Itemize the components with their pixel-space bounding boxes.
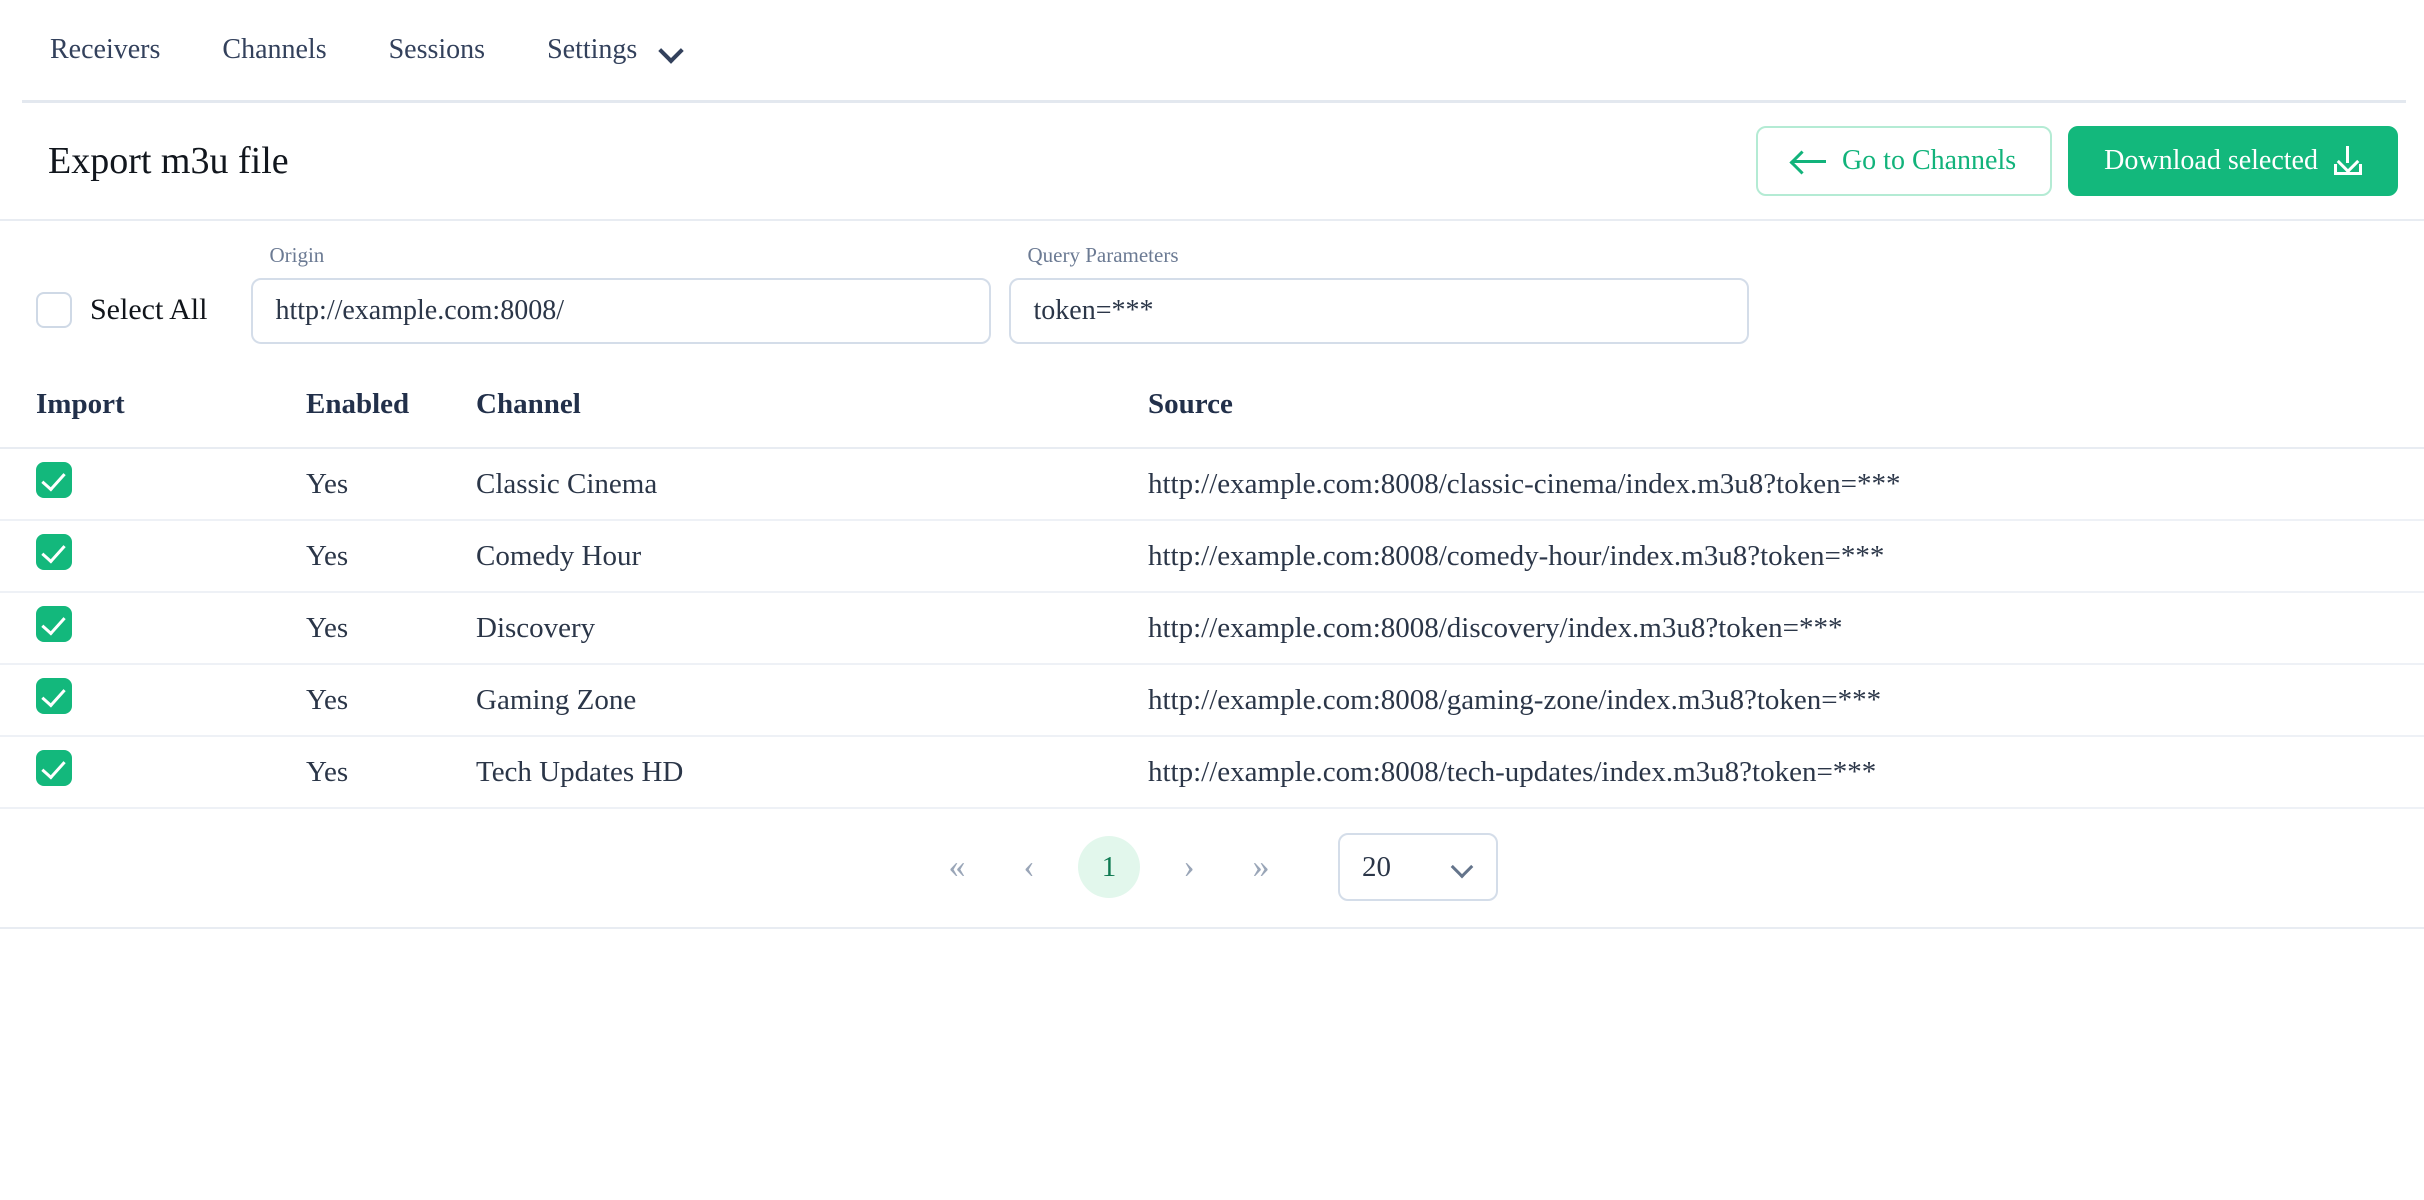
page-header: Export m3u file Go to Channels Download … bbox=[0, 103, 2424, 219]
select-all-label: Select All bbox=[90, 293, 208, 326]
pagination-prev-button[interactable]: ‹ bbox=[998, 836, 1060, 898]
query-parameters-field-group: Query Parameters bbox=[1009, 243, 1750, 344]
go-to-channels-button[interactable]: Go to Channels bbox=[1755, 126, 2053, 196]
table-row: Yes Classic Cinema http://example.com:8008… bbox=[0, 448, 2424, 521]
arrow-left-icon bbox=[1791, 149, 1826, 173]
download-selected-button[interactable]: Download selected bbox=[2068, 126, 2398, 196]
table-head: Import Enabled Channel Source bbox=[0, 370, 2424, 449]
pagination-bottom-divider bbox=[0, 927, 2424, 929]
cell-enabled: Yes bbox=[306, 736, 476, 809]
chevron-down-icon[interactable] bbox=[659, 37, 685, 63]
cell-enabled: Yes bbox=[306, 448, 476, 521]
cell-import bbox=[0, 664, 306, 737]
cell-source: http://example.com:8008/discovery/index.… bbox=[1148, 592, 2424, 665]
nav-item-settings[interactable]: Settings bbox=[547, 34, 637, 66]
nav-item-sessions[interactable]: Sessions bbox=[389, 34, 485, 66]
cell-source: http://example.com:8008/comedy-hour/inde… bbox=[1148, 520, 2424, 593]
export-channels-table: Import Enabled Channel Source Yes Classic… bbox=[0, 370, 2424, 809]
page-size-select[interactable]: 20 bbox=[1338, 833, 1498, 901]
cell-source: http://example.com:8008/classic-cinema/i… bbox=[1148, 448, 2424, 521]
column-header-enabled: Enabled bbox=[306, 370, 476, 449]
download-icon bbox=[2334, 146, 2362, 176]
pagination-next-button[interactable]: › bbox=[1158, 836, 1220, 898]
table-body: Yes Classic Cinema http://example.com:8008… bbox=[0, 448, 2424, 809]
cell-import bbox=[0, 736, 306, 809]
nav-item-receivers[interactable]: Receivers bbox=[50, 34, 160, 66]
import-checkbox[interactable] bbox=[36, 678, 72, 714]
pagination-page-1[interactable]: 1 bbox=[1078, 836, 1140, 898]
chevron-down-icon bbox=[1452, 856, 1474, 878]
cell-import bbox=[0, 448, 306, 521]
select-all-checkbox[interactable] bbox=[36, 292, 72, 328]
table-row: Yes Discovery http://example.com:8008/disc… bbox=[0, 592, 2424, 665]
cell-import bbox=[0, 520, 306, 593]
select-all-control[interactable]: Select All bbox=[36, 292, 207, 344]
cell-import bbox=[0, 592, 306, 665]
page-title: Export m3u file bbox=[48, 140, 289, 182]
query-parameters-label: Query Parameters bbox=[1027, 243, 1179, 267]
cell-channel: Discovery bbox=[476, 592, 1148, 665]
column-header-channel: Channel bbox=[476, 370, 1148, 449]
top-navigation-bar: Receivers Channels Sessions Settings bbox=[0, 0, 2424, 100]
cell-enabled: Yes bbox=[306, 592, 476, 665]
origin-field-group: Origin bbox=[251, 243, 992, 344]
cell-enabled: Yes bbox=[306, 664, 476, 737]
import-checkbox[interactable] bbox=[36, 606, 72, 642]
table-row: Yes Comedy Hour http://example.com:8008/co… bbox=[0, 520, 2424, 593]
origin-input[interactable] bbox=[251, 278, 992, 344]
cell-source: http://example.com:8008/gaming-zone/inde… bbox=[1148, 664, 2424, 737]
cell-channel: Comedy Hour bbox=[476, 520, 1148, 593]
cell-channel: Gaming Zone bbox=[476, 664, 1148, 737]
pagination: « ‹ 1 › » 20 bbox=[0, 809, 2424, 927]
cell-source: http://example.com:8008/tech-updates/ind… bbox=[1148, 736, 2424, 809]
cell-channel: Classic Cinema bbox=[476, 448, 1148, 521]
page-size-value: 20 bbox=[1362, 850, 1391, 883]
column-header-source: Source bbox=[1148, 370, 2424, 449]
filter-row: Select All Origin Query Parameters bbox=[0, 221, 2424, 370]
header-actions: Go to Channels Download selected bbox=[1755, 126, 2398, 196]
table-header-row: Import Enabled Channel Source bbox=[0, 370, 2424, 449]
nav-item-channels[interactable]: Channels bbox=[222, 34, 326, 66]
cell-enabled: Yes bbox=[306, 520, 476, 593]
import-checkbox[interactable] bbox=[36, 750, 72, 786]
table-row: Yes Tech Updates HD http://example.com:800… bbox=[0, 736, 2424, 809]
table-row: Yes Gaming Zone http://example.com:8008/ga… bbox=[0, 664, 2424, 737]
import-checkbox[interactable] bbox=[36, 462, 72, 498]
import-checkbox[interactable] bbox=[36, 534, 72, 570]
pagination-last-button[interactable]: » bbox=[1230, 836, 1292, 898]
download-selected-label: Download selected bbox=[2104, 145, 2318, 176]
column-header-import: Import bbox=[0, 370, 306, 449]
origin-label: Origin bbox=[269, 243, 325, 267]
cell-channel: Tech Updates HD bbox=[476, 736, 1148, 809]
query-parameters-input[interactable] bbox=[1009, 278, 1750, 344]
pagination-first-button[interactable]: « bbox=[926, 836, 988, 898]
go-to-channels-label: Go to Channels bbox=[1841, 145, 2017, 176]
